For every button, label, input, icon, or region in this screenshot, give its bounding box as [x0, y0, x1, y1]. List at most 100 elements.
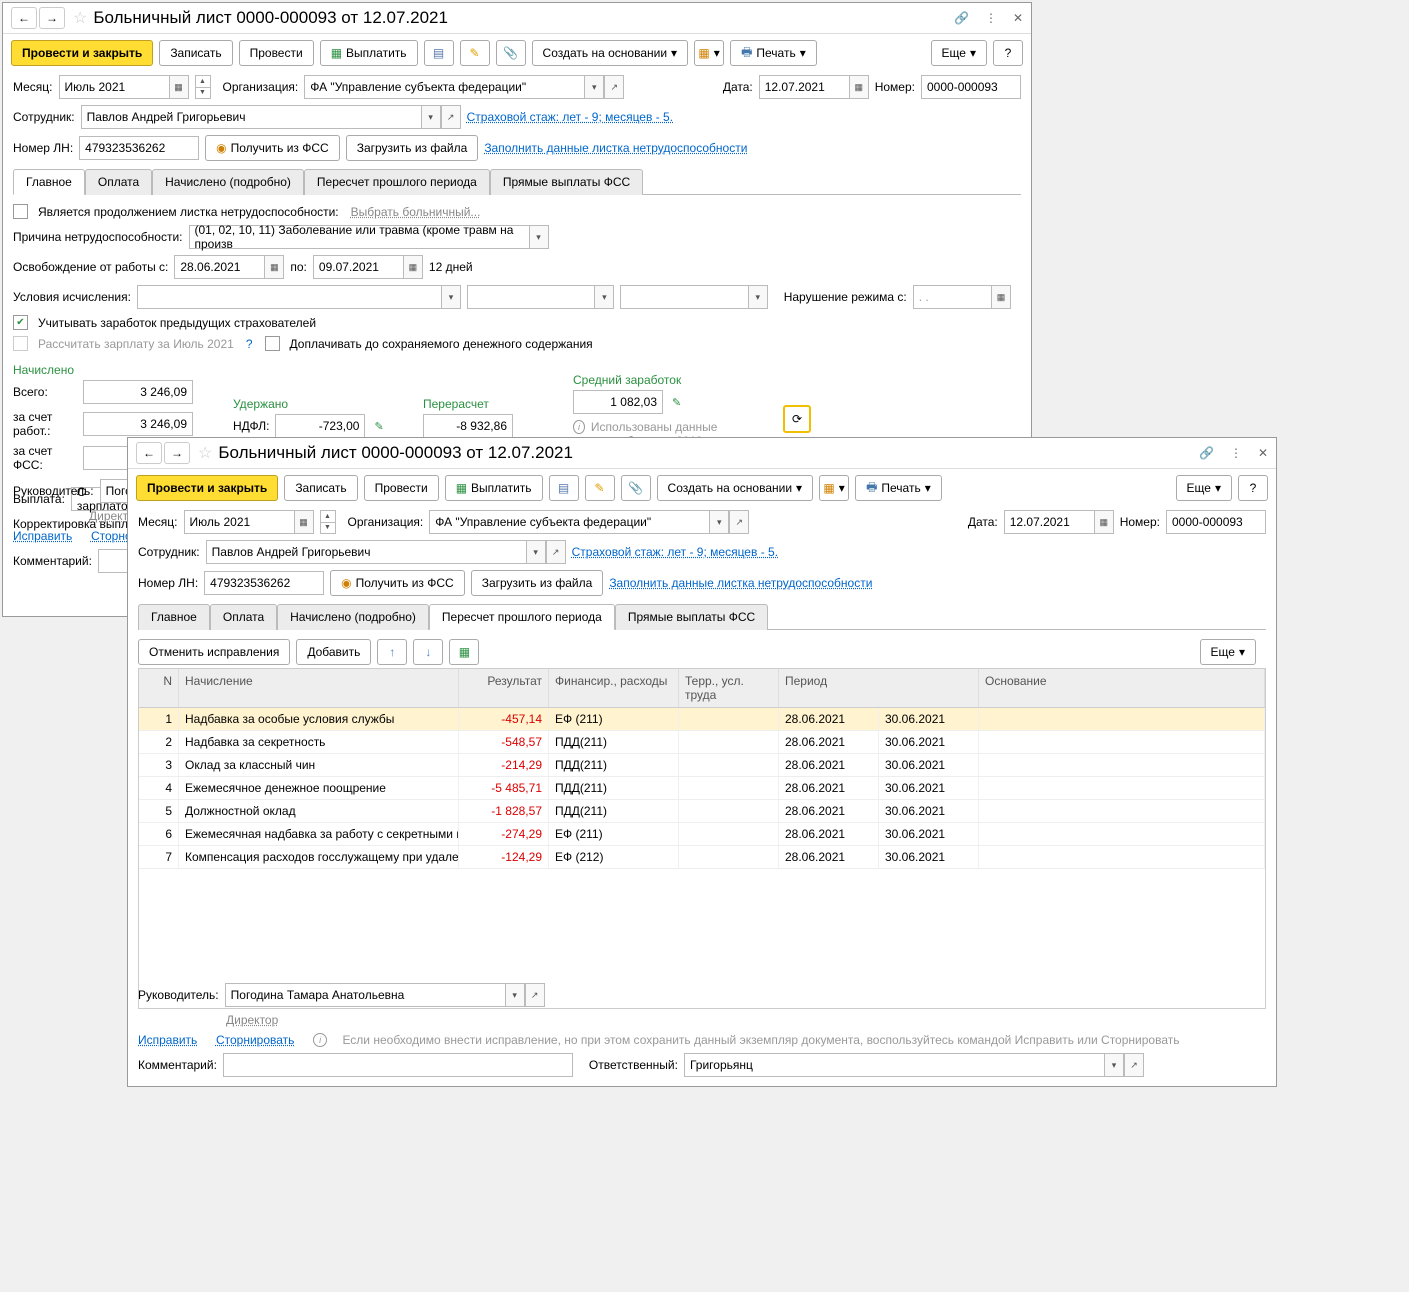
recalc-input[interactable]: [423, 414, 513, 438]
th-finance[interactable]: Финансир., расходы: [549, 669, 679, 707]
cond3-input[interactable]: [620, 285, 747, 309]
extra-icon-button[interactable]: ▦ ▾: [694, 40, 724, 66]
continuation-checkbox[interactable]: [13, 204, 28, 219]
responsible-dropdown-icon[interactable]: ▾: [1104, 1053, 1124, 1077]
th-period[interactable]: Период: [779, 669, 979, 707]
highlight-icon-button[interactable]: ✎: [460, 40, 490, 66]
table-row[interactable]: 4Ежемесячное денежное поощрение-5 485,71…: [139, 777, 1265, 800]
close-icon[interactable]: ✕: [1013, 11, 1023, 25]
nav-forward-button-2[interactable]: →: [164, 442, 190, 464]
violation-cal-icon[interactable]: ▦: [991, 285, 1011, 309]
responsible-open-icon[interactable]: ↗: [1124, 1053, 1144, 1077]
tab-accrued[interactable]: Начислено (подробно): [152, 169, 304, 195]
calendar-icon-2[interactable]: ▦: [294, 510, 314, 534]
post-button-2[interactable]: Провести: [364, 475, 439, 501]
cond1-input[interactable]: [137, 285, 441, 309]
close-icon-2[interactable]: ✕: [1258, 446, 1268, 460]
cond2-input[interactable]: [467, 285, 594, 309]
use-prev-checkbox[interactable]: ✔: [13, 315, 28, 330]
total-input[interactable]: [83, 380, 193, 404]
pay-button[interactable]: ▦Выплатить: [320, 40, 418, 66]
org-dropdown-icon[interactable]: ▾: [584, 75, 604, 99]
attach-icon-button[interactable]: 📎: [496, 40, 526, 66]
employee-open-icon[interactable]: ↗: [441, 105, 461, 129]
avg-earn-input[interactable]: [573, 390, 663, 414]
release-to-cal-icon[interactable]: ▦: [403, 255, 423, 279]
employee-dropdown-icon[interactable]: ▾: [421, 105, 441, 129]
get-from-fss-button-2[interactable]: ◉ Получить из ФСС: [330, 570, 465, 596]
insurance-stage-link[interactable]: Страховой стаж: лет - 9; месяцев - 5.: [467, 110, 673, 124]
post-button[interactable]: Провести: [239, 40, 314, 66]
reason-dropdown-icon[interactable]: ▾: [529, 225, 549, 249]
load-from-file-button[interactable]: Загрузить из файла: [346, 135, 479, 161]
help-button-2[interactable]: ?: [1238, 475, 1268, 501]
tab-recalc-2[interactable]: Пересчет прошлого периода: [429, 604, 615, 630]
extra-icon-button-2[interactable]: ▦ ▾: [819, 475, 849, 501]
employee-input[interactable]: Павлов Андрей Григорьевич: [81, 105, 421, 129]
move-up-button[interactable]: ↑: [377, 639, 407, 665]
post-and-close-button[interactable]: Провести и закрыть: [11, 40, 153, 66]
month-input[interactable]: Июль 2021: [59, 75, 169, 99]
comment-input[interactable]: [98, 549, 128, 573]
move-down-button[interactable]: ↓: [413, 639, 443, 665]
help-button[interactable]: ?: [993, 40, 1023, 66]
release-to-input[interactable]: 09.07.2021: [313, 255, 403, 279]
reason-input[interactable]: (01, 02, 10, 11) Заболевание или травма …: [189, 225, 529, 249]
storno-link-2[interactable]: Сторнировать: [216, 1033, 294, 1047]
tab-payment-2[interactable]: Оплата: [210, 604, 277, 630]
employee-dropdown-icon-2[interactable]: ▾: [526, 540, 546, 564]
more-button[interactable]: Еще ▾: [931, 40, 987, 66]
pencil-icon[interactable]: ✎: [374, 420, 383, 433]
post-and-close-button-2[interactable]: Провести и закрыть: [136, 475, 278, 501]
highlight-icon-button-2[interactable]: ✎: [585, 475, 615, 501]
grid-settings-button[interactable]: ▦: [449, 639, 479, 665]
cond3-dropdown[interactable]: ▾: [748, 285, 768, 309]
head-input-2[interactable]: Погодина Тамара Анатольевна: [225, 983, 505, 1007]
favorite-star-icon-2[interactable]: ☆: [198, 443, 212, 463]
cond2-dropdown[interactable]: ▾: [594, 285, 614, 309]
tab-accrued-2[interactable]: Начислено (подробно): [277, 604, 429, 630]
comment-input-2[interactable]: [223, 1053, 573, 1077]
head-position-link-2[interactable]: Директор: [226, 1013, 278, 1027]
add-row-button[interactable]: Добавить: [296, 639, 371, 665]
print-button[interactable]: 🖶 Печать ▾: [730, 40, 817, 66]
release-from-input[interactable]: 28.06.2021: [174, 255, 264, 279]
org-input[interactable]: ФА "Управление субъекта федерации": [304, 75, 584, 99]
more-button-2[interactable]: Еще ▾: [1176, 475, 1232, 501]
link-icon-2[interactable]: 🔗: [1199, 446, 1214, 460]
supplement-checkbox[interactable]: [265, 336, 280, 351]
org-open-icon[interactable]: ↗: [604, 75, 624, 99]
tab-main[interactable]: Главное: [13, 169, 85, 195]
violation-input[interactable]: . .: [913, 285, 991, 309]
th-name[interactable]: Начисление: [179, 669, 459, 707]
fill-ln-data-link-2[interactable]: Заполнить данные листка нетрудоспособнос…: [609, 576, 872, 590]
link-icon[interactable]: 🔗: [954, 11, 969, 25]
th-territory[interactable]: Терр., усл. труда: [679, 669, 779, 707]
load-from-file-button-2[interactable]: Загрузить из файла: [471, 570, 604, 596]
month-input-2[interactable]: Июль 2021: [184, 510, 294, 534]
tab-direct-fss[interactable]: Прямые выплаты ФСС: [490, 169, 643, 195]
doc-icon-button-2[interactable]: ▤: [549, 475, 579, 501]
number-input[interactable]: 0000-000093: [921, 75, 1021, 99]
cond1-dropdown[interactable]: ▾: [441, 285, 461, 309]
date-calendar-icon[interactable]: ▦: [849, 75, 869, 99]
fix-link-2[interactable]: Исправить: [138, 1033, 197, 1047]
ln-number-input[interactable]: 479323536262: [79, 136, 199, 160]
write-button-2[interactable]: Записать: [284, 475, 357, 501]
ln-number-input-2[interactable]: 479323536262: [204, 571, 324, 595]
table-row[interactable]: 6Ежемесячная надбавка за работу с секрет…: [139, 823, 1265, 846]
print-button-2[interactable]: 🖶 Печать ▾: [855, 475, 942, 501]
pay-button-2[interactable]: ▦Выплатить: [445, 475, 543, 501]
th-result[interactable]: Результат: [459, 669, 549, 707]
table-row[interactable]: 3Оклад за классный чин-214,29ПДД(211)28.…: [139, 754, 1265, 777]
nav-back-button[interactable]: ←: [11, 7, 37, 29]
calendar-icon[interactable]: ▦: [169, 75, 189, 99]
number-input-2[interactable]: 0000-000093: [1166, 510, 1266, 534]
employee-input-2[interactable]: Павлов Андрей Григорьевич: [206, 540, 526, 564]
table-row[interactable]: 5Должностной оклад-1 828,57ПДД(211)28.06…: [139, 800, 1265, 823]
attach-icon-button-2[interactable]: 📎: [621, 475, 651, 501]
th-basis[interactable]: Основание: [979, 669, 1265, 707]
month-spinner[interactable]: ▲▼: [195, 75, 211, 99]
doc-icon-button[interactable]: ▤: [424, 40, 454, 66]
month-spinner-2[interactable]: ▲▼: [320, 510, 336, 534]
